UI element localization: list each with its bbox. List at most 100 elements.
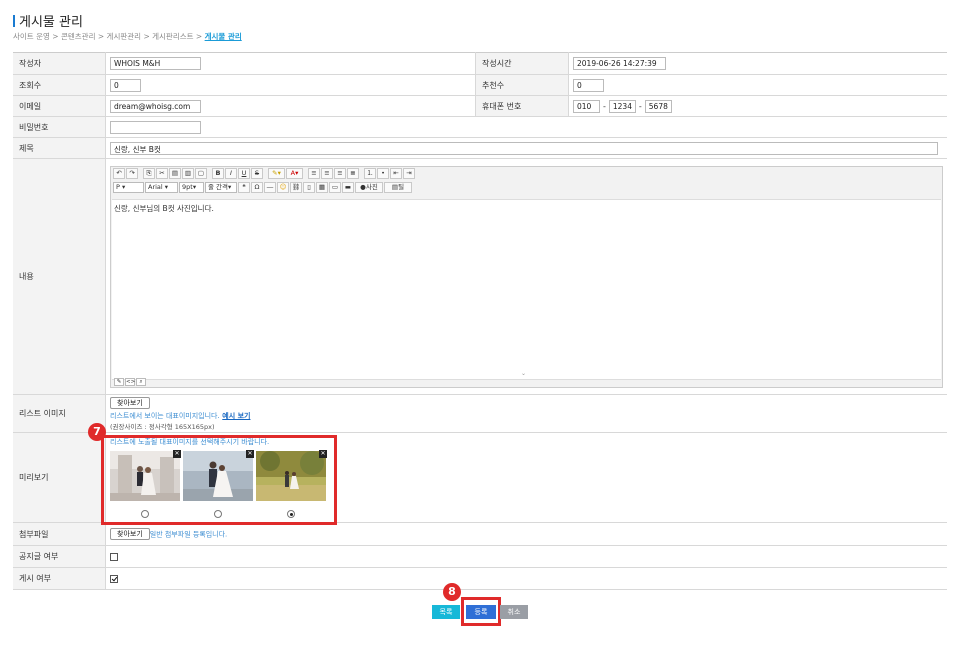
photo-button[interactable]: ●사진 [355,182,383,193]
submit-button[interactable]: 등록 [466,605,496,619]
copy-icon[interactable]: ⎘ [143,168,155,179]
example-link[interactable]: 예시 보기 [222,412,250,420]
password-label: 비밀번호 [13,116,106,138]
row-author: 작성자 WHOIS M&H 작성시간 2019-06-26 14:27:39 [13,52,947,75]
recommend-input[interactable]: 0 [573,78,604,92]
list-image-hint: 리스트에서 보이는 대표이미지입니다. [110,411,220,420]
views-input[interactable]: 0 [110,78,141,92]
table-button[interactable]: ▤틸 [384,182,412,193]
notice-checkbox[interactable] [110,552,118,561]
publish-checkbox[interactable] [110,574,118,583]
attachment-label: 첨부파일 [13,522,106,546]
align-left-icon[interactable]: ≡ [308,168,320,179]
font-select[interactable]: Arial ▾ [145,182,178,193]
list-button[interactable]: 목록 [432,605,460,619]
size-select[interactable]: 9pt▾ [179,182,204,193]
subject-cell: 신랑, 신부 B컷 [105,137,947,159]
breadcrumb-separator: > [97,32,105,41]
phone-cell: 010-1234-5678 [568,95,947,117]
underline-icon[interactable]: U [238,168,250,179]
paste-icon[interactable]: ▤ [169,168,181,179]
format-select[interactable]: P ▾ [113,182,144,193]
editor-mode-tabs: ✎ <> ⌕ [114,377,146,387]
email-input[interactable]: dream@whoisg.com [110,99,201,113]
undo-icon[interactable]: ↶ [113,168,125,179]
author-input[interactable]: WHOIS M&H [110,57,201,70]
list-image-browse-button[interactable]: 찾아보기 [110,396,150,409]
phone-part2-input[interactable]: 1234 [608,99,636,113]
author-cell: WHOIS M&H [105,52,476,75]
breadcrumb-separator: > [195,32,203,41]
paste-text-icon[interactable]: ▥ [182,168,194,179]
content-label: 내용 [13,158,106,395]
row-list-image: 리스트 이미지 찾아보기 리스트에서 보이는 대표이미지입니다. 예시 보기 (… [13,394,947,433]
breadcrumb: 사이트 운영 > 콘텐츠관리 > 게시판관리 > 게시판리스트 > 게시물 관리 [13,31,242,42]
unordered-list-icon[interactable]: • [377,168,389,179]
emoticon-icon[interactable]: ☺ [277,182,289,193]
quote-icon[interactable]: ❝ [238,182,250,193]
recommend-cell: 0 [568,74,947,96]
notice-cell [105,545,947,568]
select-all-icon[interactable]: ▢ [195,168,207,179]
cancel-button[interactable]: 취소 [500,605,528,619]
italic-icon[interactable]: I [225,168,237,179]
step-badge-8: 8 [443,583,461,601]
breadcrumb-separator: > [52,32,59,41]
views-cell: 0 [105,74,476,96]
created-cell: 2019-06-26 14:27:39 [568,52,947,75]
outdent-icon[interactable]: ⇤ [390,168,402,179]
table-grid-icon[interactable]: ▦ [316,182,328,193]
phone-part1-input[interactable]: 010 [573,99,600,113]
edit-mode-icon[interactable]: ✎ [114,377,124,386]
align-justify-icon[interactable]: ≣ [347,168,359,179]
list-image-cell: 찾아보기 리스트에서 보이는 대표이미지입니다. 예시 보기 (권장사이즈 : … [105,394,947,433]
resize-grip-icon[interactable]: ⌄ [521,370,526,377]
subject-label: 제목 [13,137,106,159]
cut-icon[interactable]: ✂ [156,168,168,179]
row-email: 이메일 dream@whoisg.com 휴대폰 번호 010-1234-567… [13,95,947,117]
html-mode-icon[interactable]: <> [125,377,135,386]
table-button-label: 틸 [398,183,405,191]
breadcrumb-item[interactable]: 게시판리스트 [152,32,193,41]
line-spacing-value: 줄 간격 [208,183,229,191]
preview-mode-icon[interactable]: ⌕ [136,377,146,386]
bold-icon[interactable]: B [212,168,224,179]
phone-part3-input[interactable]: 5678 [644,99,672,113]
font-color-icon[interactable]: A▾ [286,168,303,179]
subject-input[interactable]: 신랑, 신부 B컷 [110,141,938,155]
phone-separator: - [638,101,642,111]
attachment-browse-button[interactable]: 찾아보기 [110,528,150,540]
align-center-icon[interactable]: ≡ [321,168,333,179]
page-break-icon[interactable]: ▭ [329,182,341,193]
ordered-list-icon[interactable]: ⒈ [364,168,376,179]
photo-button-label: 사진 [365,183,378,191]
indent-icon[interactable]: ⇥ [403,168,415,179]
rich-text-editor: ↶ ↷ ⎘ ✂ ▤ ▥ ▢ B I U S ✎▾ A▾ ≡ ≡ ≡ ≣ ⒈ • … [110,165,943,388]
row-subject: 제목 신랑, 신부 B컷 [13,137,947,159]
unlink-icon[interactable]: ▯ [303,182,315,193]
breadcrumb-current[interactable]: 게시물 관리 [205,32,242,41]
line-spacing-select[interactable]: 줄 간격▾ [205,182,237,193]
breadcrumb-item[interactable]: 사이트 운영 [13,32,50,41]
redo-icon[interactable]: ↷ [126,168,138,179]
align-right-icon[interactable]: ≡ [334,168,346,179]
phone-separator: - [603,101,606,111]
breadcrumb-item[interactable]: 콘텐츠관리 [61,32,96,41]
password-input[interactable] [110,120,201,134]
publish-label: 게시 여부 [13,567,106,590]
row-notice: 공지글 여부 [13,545,947,568]
special-char-icon[interactable]: Ω [251,182,263,193]
password-cell [105,116,947,138]
highlight-color-icon[interactable]: ✎▾ [268,168,285,179]
editor-body[interactable]: 신랑, 신부님의 B컷 사진입니다. [112,198,941,380]
media-icon[interactable]: ▬ [342,182,354,193]
editor-toolbar-row-2: P ▾ Arial ▾ 9pt▾ 줄 간격▾ ❝ Ω ― ☺ ⛓ ▯ ▦ ▭ ▬… [111,181,942,195]
created-input[interactable]: 2019-06-26 14:27:39 [573,57,666,70]
font-select-value: Arial [148,183,163,191]
breadcrumb-item[interactable]: 게시판관리 [107,32,142,41]
link-icon[interactable]: ⛓ [290,182,302,193]
horizontal-rule-icon[interactable]: ― [264,182,276,193]
row-attachment: 첨부파일 찾아보기 일반 첨부파일 등록입니다. [13,522,947,546]
page-title-text: 게시물 관리 [19,15,83,30]
strikethrough-icon[interactable]: S [251,168,263,179]
